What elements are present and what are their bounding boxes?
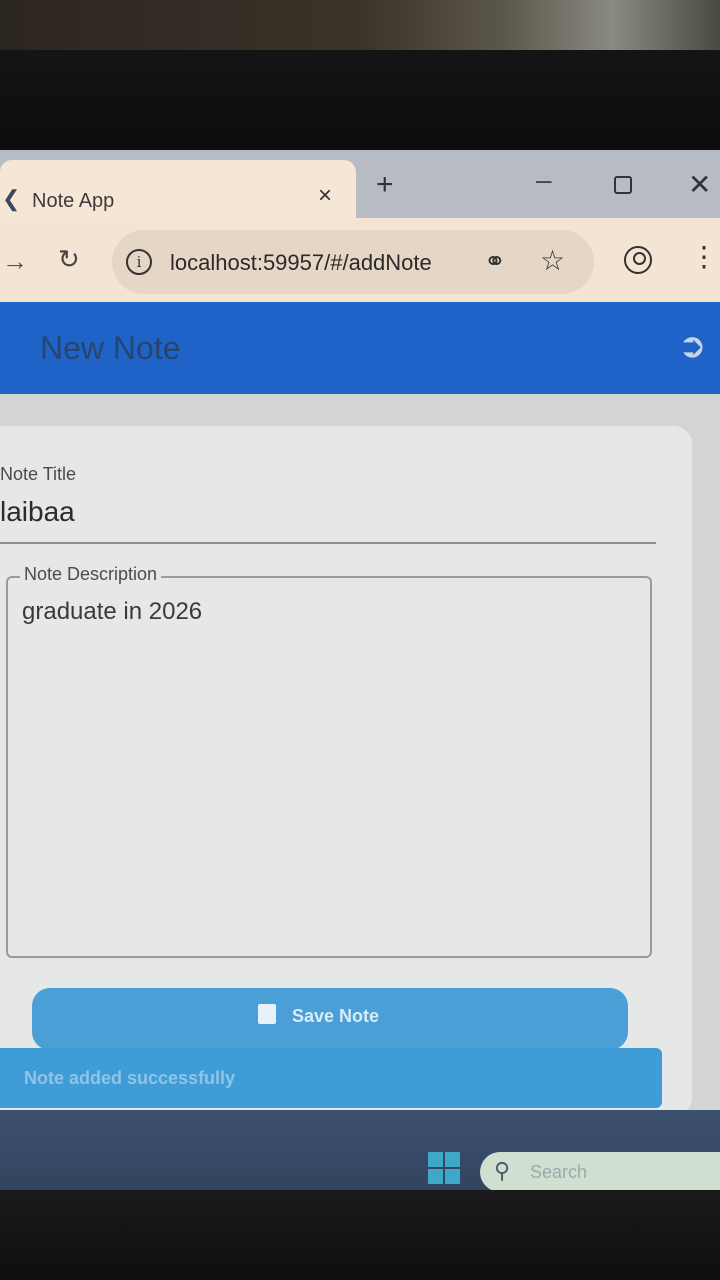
- browser-menu-icon[interactable]: ⋮: [690, 240, 718, 273]
- save-note-button[interactable]: Save Note: [32, 988, 628, 1050]
- background-wall: [0, 0, 720, 50]
- address-bar[interactable]: i localhost:59957/#/addNote ⚭ ☆: [112, 230, 594, 294]
- flutter-icon: ❮: [2, 186, 21, 211]
- monitor-bezel-bottom: [0, 1190, 720, 1280]
- snackbar-message: Note added successfully: [24, 1068, 236, 1088]
- site-info-icon[interactable]: i: [126, 249, 152, 275]
- new-tab-button[interactable]: +: [376, 168, 394, 202]
- save-note-label: Save Note: [292, 1006, 380, 1026]
- snackbar: Note added successfully: [0, 1048, 662, 1108]
- save-file-icon: [258, 1004, 276, 1024]
- note-description-value[interactable]: graduate in 2026: [22, 598, 202, 626]
- tab-strip: ❮ Note App × + – ✕: [0, 150, 720, 220]
- note-title-underline: [0, 542, 656, 544]
- note-description-input[interactable]: [6, 576, 652, 958]
- browser-window: ❮ Note App × + – ✕ → ↻ i localhost:59957…: [0, 150, 720, 1125]
- search-icon: ⚲: [494, 1158, 511, 1183]
- page-title: New Note: [40, 330, 181, 366]
- minimize-icon[interactable]: –: [536, 164, 552, 196]
- monitor-bezel-top: [0, 50, 720, 150]
- tab-close-icon[interactable]: ×: [318, 182, 332, 210]
- tab-note-app[interactable]: ❮ Note App ×: [0, 160, 356, 220]
- note-title-input[interactable]: laibaa: [0, 496, 75, 528]
- app-bar: New Note ➲: [0, 302, 720, 394]
- note-title-label: Note Title: [0, 464, 77, 484]
- taskbar-search-placeholder: Search: [530, 1162, 588, 1182]
- profile-icon[interactable]: [624, 246, 652, 274]
- os-taskbar: ⚲ Search: [0, 1110, 720, 1192]
- close-window-icon[interactable]: ✕: [688, 168, 711, 201]
- maximize-icon[interactable]: [614, 176, 632, 194]
- note-description-label: Note Description: [20, 564, 162, 585]
- url-text[interactable]: localhost:59957/#/addNote: [170, 250, 432, 276]
- page-body: Note Title laibaa Note Description gradu…: [0, 394, 720, 1124]
- browser-toolbar: → ↻ i localhost:59957/#/addNote ⚭ ☆ ⋮: [0, 218, 720, 302]
- taskbar-search-input[interactable]: ⚲ Search: [480, 1152, 720, 1192]
- windows-start-icon[interactable]: [428, 1152, 460, 1184]
- forward-icon[interactable]: →: [2, 246, 28, 277]
- password-key-icon[interactable]: ⚭: [484, 246, 506, 277]
- bookmark-star-icon[interactable]: ☆: [540, 244, 565, 277]
- tab-title: Note App: [32, 190, 115, 212]
- note-form-card: Note Title laibaa Note Description gradu…: [0, 426, 692, 1116]
- reload-icon[interactable]: ↻: [58, 244, 80, 275]
- logout-icon[interactable]: ➲: [678, 326, 707, 366]
